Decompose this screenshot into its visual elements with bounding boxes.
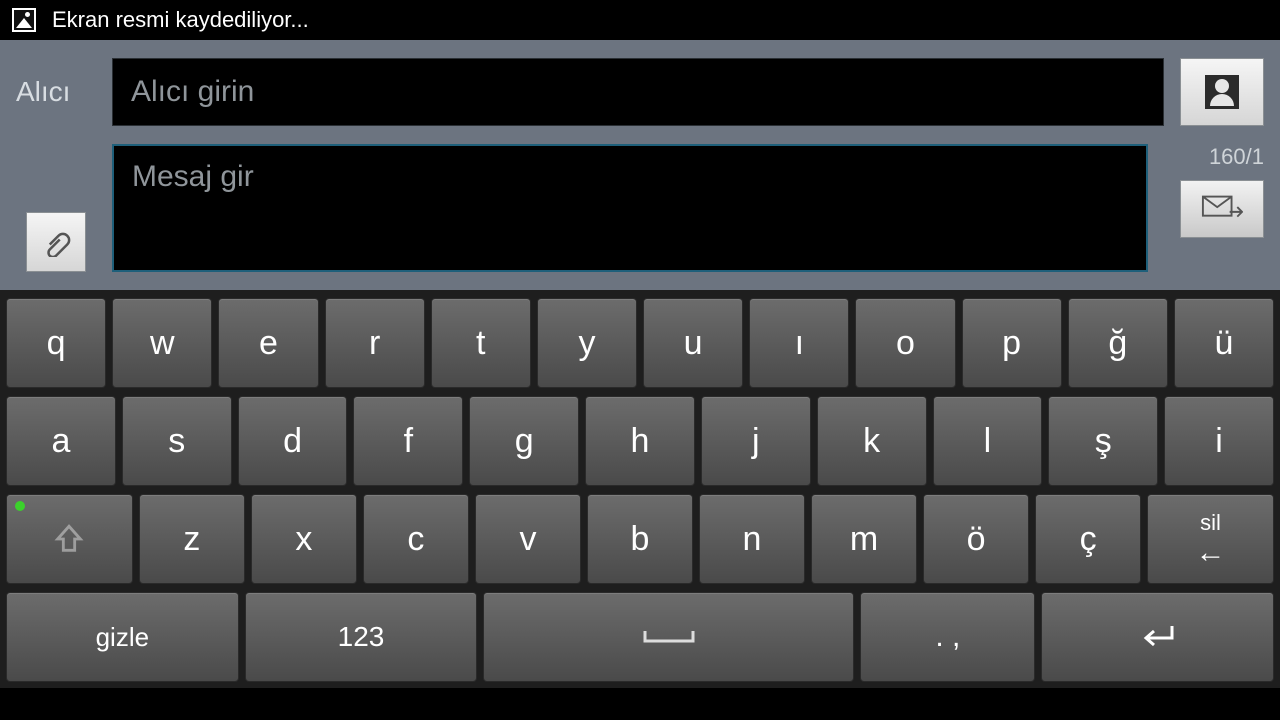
screenshot-icon [12,8,36,32]
keyboard-row-4: gizle 123 . , [6,592,1274,682]
key-enter[interactable] [1041,592,1274,682]
keyboard-row-3: z x c v b n m ö ç sil ← [6,494,1274,584]
recipient-row: Alıcı Alıcı girin [16,58,1264,126]
spacebar-icon [639,625,699,649]
key-m[interactable]: m [811,494,917,584]
key-h[interactable]: h [585,396,695,486]
key-c-cedilla[interactable]: ç [1035,494,1141,584]
pick-contact-button[interactable] [1180,58,1264,126]
message-placeholder: Mesaj gir [132,160,254,194]
key-numbers[interactable]: 123 [245,592,478,682]
send-button[interactable] [1180,180,1264,238]
key-dotless-i[interactable]: ı [749,298,849,388]
key-e[interactable]: e [218,298,318,388]
key-u-diaeresis[interactable]: ü [1174,298,1274,388]
key-space[interactable] [483,592,854,682]
key-v[interactable]: v [475,494,581,584]
key-p[interactable]: p [962,298,1062,388]
key-z[interactable]: z [139,494,245,584]
recipient-input[interactable]: Alıcı girin [112,58,1164,126]
backspace-icon: ← [1196,538,1226,568]
enter-icon [1136,622,1180,652]
backspace-label: sil [1200,510,1221,536]
key-j[interactable]: j [701,396,811,486]
paperclip-icon [41,227,71,257]
attach-button[interactable] [26,212,86,272]
key-s[interactable]: s [122,396,232,486]
key-l[interactable]: l [933,396,1043,486]
key-s-cedilla[interactable]: ş [1048,396,1158,486]
key-k[interactable]: k [817,396,927,486]
key-backspace[interactable]: sil ← [1147,494,1274,584]
key-shift[interactable] [6,494,133,584]
recipient-label: Alıcı [16,58,96,126]
key-a[interactable]: a [6,396,116,486]
key-b[interactable]: b [587,494,693,584]
key-i[interactable]: i [1164,396,1274,486]
key-u[interactable]: u [643,298,743,388]
key-f[interactable]: f [353,396,463,486]
key-d[interactable]: d [238,396,348,486]
key-q[interactable]: q [6,298,106,388]
key-c[interactable]: c [363,494,469,584]
contact-icon [1205,75,1239,109]
key-t[interactable]: t [431,298,531,388]
send-column: 160/1 [1164,144,1264,272]
status-bar: Ekran resmi kaydediliyor... [0,0,1280,40]
status-text: Ekran resmi kaydediliyor... [52,7,309,33]
message-input[interactable]: Mesaj gir [112,144,1148,272]
key-n[interactable]: n [699,494,805,584]
key-w[interactable]: w [112,298,212,388]
message-row: Mesaj gir 160/1 [16,144,1264,272]
key-r[interactable]: r [325,298,425,388]
char-counter: 160/1 [1209,144,1264,170]
send-icon [1201,194,1243,224]
compose-area: Alıcı Alıcı girin Mesaj gir 160/1 [0,40,1280,290]
key-o-diaeresis[interactable]: ö [923,494,1029,584]
key-g-breve[interactable]: ğ [1068,298,1168,388]
attach-col [16,144,96,272]
keyboard: q w e r t y u ı o p ğ ü a s d f g h j k … [0,290,1280,688]
keyboard-row-2: a s d f g h j k l ş i [6,396,1274,486]
recipient-placeholder: Alıcı girin [131,75,254,109]
key-y[interactable]: y [537,298,637,388]
shift-indicator-icon [15,501,25,511]
key-punctuation[interactable]: . , [860,592,1035,682]
key-hide-keyboard[interactable]: gizle [6,592,239,682]
shift-icon [52,522,86,556]
key-x[interactable]: x [251,494,357,584]
key-g[interactable]: g [469,396,579,486]
keyboard-row-1: q w e r t y u ı o p ğ ü [6,298,1274,388]
key-o[interactable]: o [855,298,955,388]
